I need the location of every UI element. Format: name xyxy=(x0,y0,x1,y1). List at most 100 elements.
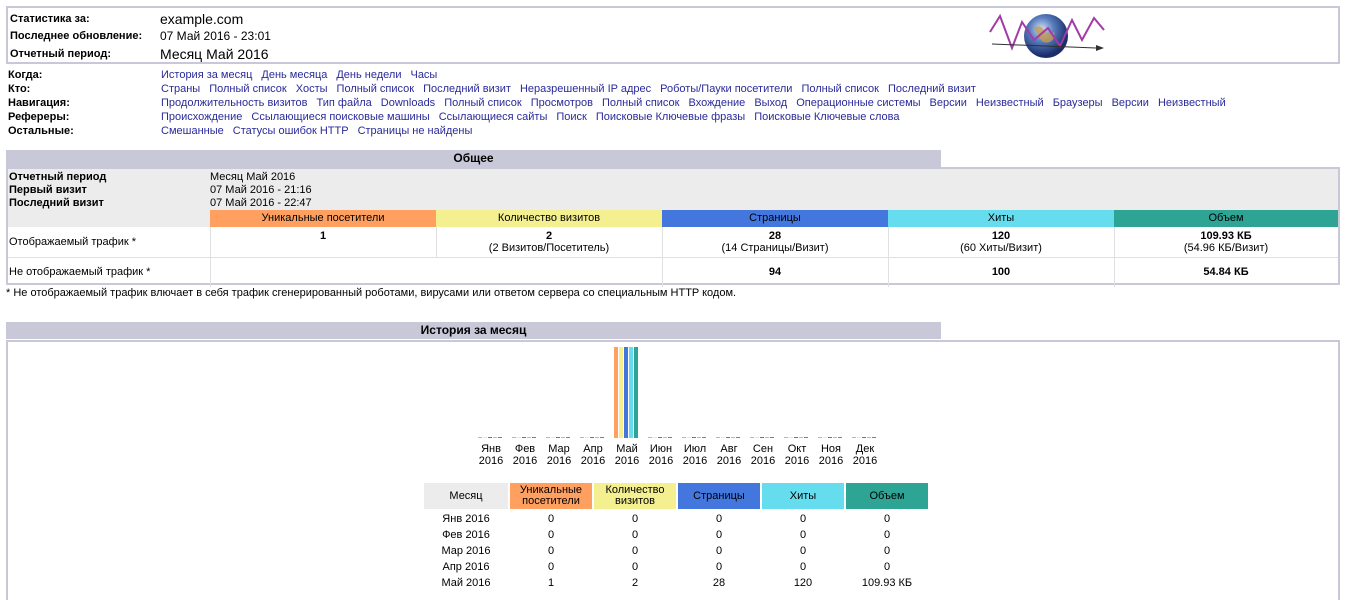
bar-2-9 xyxy=(794,437,798,438)
nav-link-when-3[interactable]: Часы xyxy=(410,68,437,82)
nav-link-other-0[interactable]: Смешанные xyxy=(161,124,224,138)
nav-link-who-7[interactable]: Полный список xyxy=(801,82,879,96)
not-viewed-hits-value: 100 xyxy=(991,266,1011,278)
nav-link-referers-1[interactable]: Ссылающиеся поисковые машины xyxy=(251,110,429,124)
month-label-year: 2016 xyxy=(580,455,606,467)
not-viewed-traffic-label: Не отображаемый трафик * xyxy=(9,266,151,278)
month-table-cell: 0 xyxy=(631,513,639,525)
month-label-year: 2016 xyxy=(512,455,538,467)
month-label: Окт 2016 xyxy=(780,443,814,467)
stats-for-row: Статистика за: example.com xyxy=(10,10,243,28)
viewed-traffic-row: Отображаемый трафик * 1 2 (2 Визитов/Пос… xyxy=(8,227,1338,287)
month-label-name: Окт xyxy=(787,443,807,455)
nav-link-navigation-6[interactable]: Вхождение xyxy=(688,96,745,110)
bar-1-7 xyxy=(721,437,725,438)
bar-1-4 xyxy=(619,347,623,438)
nav-link-when-1[interactable]: День месяца xyxy=(261,68,327,82)
nav-link-referers-0[interactable]: Происхождение xyxy=(161,110,242,124)
month-label-year: 2016 xyxy=(784,455,810,467)
nav-link-referers-2[interactable]: Ссылающиеся сайты xyxy=(439,110,548,124)
month-label-name: Июн xyxy=(649,443,673,455)
bar-4-7 xyxy=(736,437,740,438)
month-table-cell: 0 xyxy=(715,561,723,573)
month-table-cell: 0 xyxy=(631,561,639,573)
nav-link-navigation-2[interactable]: Downloads xyxy=(381,96,435,110)
month-table-header-1: Уникальные посетители xyxy=(510,483,592,509)
month-label-name: Май xyxy=(616,443,638,455)
month-label-year: 2016 xyxy=(818,455,844,467)
bar-0-2 xyxy=(546,437,550,438)
month-label-year: 2016 xyxy=(546,455,572,467)
nav-link-who-1[interactable]: Полный список xyxy=(209,82,287,96)
month-table-header-3: Страницы xyxy=(678,483,760,509)
month-label: Фев 2016 xyxy=(508,443,542,467)
col-header-bandwidth: Объем xyxy=(1114,210,1338,227)
nav-row-when: Когда: История за месяц День месяца День н… xyxy=(8,68,1338,82)
nav-link-referers-4[interactable]: Поисковые Ключевые фразы xyxy=(596,110,745,124)
nav-label-navigation: Навигация: xyxy=(8,97,70,109)
nav-link-navigation-8[interactable]: Операционные системы xyxy=(796,96,920,110)
nav-row-other: Остальные: Смешанные Статусы ошибок HTTP С… xyxy=(8,124,1338,138)
nav-link-navigation-1[interactable]: Тип файла xyxy=(317,96,372,110)
nav-link-navigation-13[interactable]: Неизвестный xyxy=(1158,96,1226,110)
month-label-year: 2016 xyxy=(682,455,708,467)
nav-label-who: Кто: xyxy=(8,83,31,95)
nav-links-who: Страны Полный список Хосты Полный список Пос… xyxy=(161,82,985,96)
nav-link-navigation-3[interactable]: Полный список xyxy=(444,96,522,110)
nav-link-navigation-9[interactable]: Версии xyxy=(930,96,967,110)
month-label: Апр 2016 xyxy=(576,443,610,467)
nav-link-navigation-10[interactable]: Неизвестный xyxy=(976,96,1044,110)
nav-link-other-2[interactable]: Страницы не найдены xyxy=(358,124,473,138)
nav-link-navigation-7[interactable]: Выход xyxy=(754,96,787,110)
month-label: Июн 2016 xyxy=(644,443,678,467)
awstats-logo-icon[interactable] xyxy=(986,10,1106,62)
site-name: example.com xyxy=(160,11,244,27)
month-label-name: Фев xyxy=(514,443,536,455)
viewed-bandwidth-value: 109.93 КБ xyxy=(1200,230,1252,242)
nav-links-navigation: Продолжительность визитов Тип файла Downlo… xyxy=(161,96,1235,110)
month-label-year: 2016 xyxy=(478,455,504,467)
nav-link-who-0[interactable]: Страны xyxy=(161,82,200,96)
nav-link-when-2[interactable]: День недели xyxy=(336,68,401,82)
viewed-hits-ratio: (60 Хиты/Визит) xyxy=(960,242,1042,254)
nav-link-who-2[interactable]: Хосты xyxy=(296,82,328,96)
bar-2-6 xyxy=(692,437,696,438)
month-table-cell: 0 xyxy=(883,545,891,557)
nav-link-navigation-0[interactable]: Продолжительность визитов xyxy=(161,96,308,110)
month-table-cell: 0 xyxy=(715,545,723,557)
nav-link-other-1[interactable]: Статусы ошибок HTTP xyxy=(233,124,349,138)
month-table-row-label: Фев 2016 xyxy=(442,529,490,541)
month-label: Май 2016 xyxy=(610,443,644,467)
month-table-cell: 0 xyxy=(547,529,555,541)
general-info-block: Отчетный период Месяц Май 2016 Первый ви… xyxy=(8,169,1338,210)
bar-0-7 xyxy=(716,437,720,438)
nav-link-navigation-11[interactable]: Браузеры xyxy=(1053,96,1103,110)
nav-link-who-4[interactable]: Последний визит xyxy=(423,82,511,96)
bar-4-8 xyxy=(770,437,774,438)
nav-link-referers-3[interactable]: Поиск xyxy=(556,110,586,124)
bar-1-5 xyxy=(653,437,657,438)
col-header-unique: Уникальные посетители xyxy=(210,210,436,227)
history-section-title: История за месяц xyxy=(6,322,941,339)
nav-link-when-0[interactable]: История за месяц xyxy=(161,68,252,82)
col-header-pages: Страницы xyxy=(662,210,888,227)
month-label: Янв 2016 xyxy=(474,443,508,467)
nav-link-navigation-12[interactable]: Версии xyxy=(1112,96,1149,110)
nav-link-who-8[interactable]: Последний визит xyxy=(888,82,976,96)
nav-link-who-5[interactable]: Неразрешенный IP адрес xyxy=(520,82,651,96)
nav-link-who-6[interactable]: Роботы/Пауки посетители xyxy=(660,82,792,96)
nav-link-referers-5[interactable]: Поисковые Ключевые слова xyxy=(754,110,899,124)
nav-link-who-3[interactable]: Полный список xyxy=(337,82,415,96)
not-viewed-traffic-row: Не отображаемый трафик * 94 100 54.84 КБ xyxy=(8,258,1338,287)
bar-2-1 xyxy=(522,437,526,438)
month-table-cell: 0 xyxy=(883,513,891,525)
nav-link-navigation-4[interactable]: Просмотров xyxy=(531,96,593,110)
month-table-row-label: Янв 2016 xyxy=(442,513,490,525)
last-update-label: Последнее обновление: xyxy=(10,30,143,42)
viewed-unique-value: 1 xyxy=(319,230,327,242)
nav-links-other: Смешанные Статусы ошибок HTTP Страницы не … xyxy=(161,124,481,138)
month-table-cell: 28 xyxy=(712,577,726,589)
bar-4-0 xyxy=(498,437,502,438)
nav-link-navigation-5[interactable]: Полный список xyxy=(602,96,680,110)
month-label-name: Янв xyxy=(481,443,501,455)
